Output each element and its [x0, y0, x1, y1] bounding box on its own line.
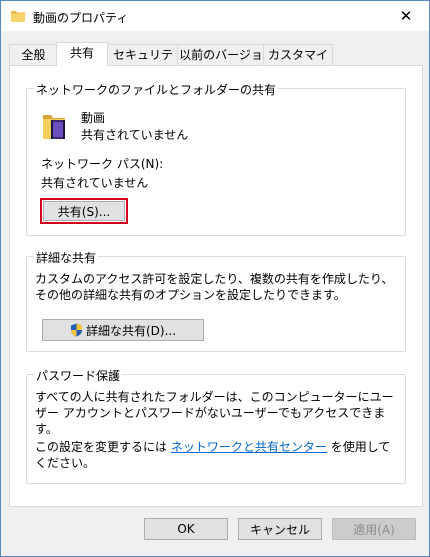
video-folder-icon — [41, 111, 69, 144]
ok-button[interactable]: OK — [144, 518, 228, 540]
advanced-share-description: カスタムのアクセス許可を設定したり、複数の共有を作成したり、その他の詳細な共有の… — [35, 272, 394, 302]
network-sharing-center-link[interactable]: ネットワークと共有センター — [171, 440, 327, 454]
folder-name: 動画 — [81, 111, 106, 125]
cancel-button[interactable]: キャンセル — [238, 518, 322, 540]
close-icon: ✕ — [399, 7, 413, 25]
advanced-share-group-title: 詳細な共有 — [34, 249, 99, 266]
window-title: 動画のプロパティ — [33, 11, 129, 25]
folder-share-status: 共有されていません — [81, 128, 189, 142]
network-share-group-title: ネットワークのファイルとフォルダーの共有 — [34, 81, 279, 98]
share-button[interactable]: 共有(S)... — [40, 198, 128, 224]
properties-dialog: 動画のプロパティ ✕ 全般 共有 セキュリティ 以前のバージョン カスタマイズ … — [0, 0, 430, 557]
advanced-share-group: 詳細な共有 カスタムのアクセス許可を設定したり、複数の共有を作成したり、その他の… — [26, 249, 406, 352]
apply-button[interactable]: 適用(A) — [332, 518, 416, 540]
tab-general[interactable]: 全般 — [9, 44, 58, 65]
title-bar[interactable]: 動画のプロパティ ✕ — [1, 1, 429, 31]
password-setting-line: この設定を変更するには ネットワークと共有センター を使用してください。 — [35, 439, 401, 471]
tab-sharing[interactable]: 共有 — [56, 42, 108, 66]
password-protection-group-title: パスワード保護 — [34, 367, 123, 384]
advanced-share-button-label: 詳細な共有(D)... — [85, 323, 177, 338]
password-protection-group: パスワード保護 すべての人に共有されたフォルダーは、このコンピューターにユーザー… — [26, 367, 406, 484]
tab-customize[interactable]: カスタマイズ — [263, 44, 333, 82]
tab-security[interactable]: セキュリティ — [107, 44, 179, 82]
uac-shield-icon — [70, 323, 83, 337]
network-share-group: ネットワークのファイルとフォルダーの共有 動画 共有されていません ネットワーク… — [26, 81, 406, 236]
folder-icon — [11, 10, 25, 25]
password-protection-description: すべての人に共有されたフォルダーは、このコンピューターにユーザー アカウントとパ… — [35, 390, 394, 436]
network-path-value: 共有されていません — [41, 176, 149, 190]
network-path-label: ネットワーク パス(N): — [41, 157, 164, 171]
close-button[interactable]: ✕ — [383, 1, 429, 31]
sharing-panel: ネットワークのファイルとフォルダーの共有 動画 共有されていません ネットワーク… — [9, 65, 423, 507]
tab-previous-versions[interactable]: 以前のバージョン — [177, 44, 265, 82]
advanced-share-button[interactable]: 詳細な共有(D)... — [42, 319, 204, 341]
password-setting-prefix: この設定を変更するには — [35, 440, 168, 454]
